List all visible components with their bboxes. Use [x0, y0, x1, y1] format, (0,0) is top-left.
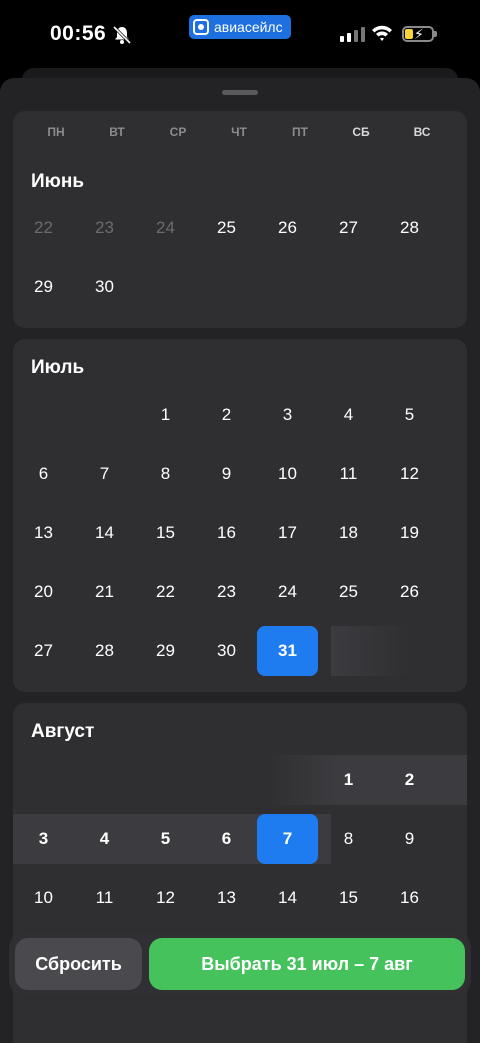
calendar-day[interactable]: 31 [257, 626, 318, 676]
calendar-day[interactable]: 3 [257, 390, 318, 440]
month-title-june: Июнь [31, 171, 85, 192]
calendar-day[interactable]: 15 [318, 873, 379, 923]
calendar-day[interactable]: 19 [379, 508, 440, 558]
status-bar: 00:56 авиасейлс ⚡ [0, 0, 480, 70]
calendar-day[interactable]: 27 [318, 203, 379, 253]
weekday-header: ПН ВТ СР ЧТ ПТ СБ ВС [13, 111, 467, 151]
calendar-day[interactable]: 15 [135, 508, 196, 558]
select-dates-button[interactable]: Выбрать 31 июл – 7 авг [149, 938, 465, 990]
weekday-wed: СР [169, 125, 187, 139]
calendar-day[interactable]: 28 [74, 626, 135, 676]
weekday-tue: ВТ [109, 125, 125, 139]
calendar-day[interactable]: 13 [196, 873, 257, 923]
calendar-day[interactable]: 1 [318, 755, 379, 805]
calendar-day[interactable]: 17 [257, 508, 318, 558]
calendar-day[interactable]: 6 [13, 449, 74, 499]
calendar-day[interactable]: 30 [196, 626, 257, 676]
app-badge-label: авиасейлс [214, 19, 283, 35]
calendar-day[interactable]: 7 [74, 449, 135, 499]
calendar-day[interactable]: 29 [135, 626, 196, 676]
calendar-day[interactable]: 24 [257, 567, 318, 617]
calendar-day[interactable]: 28 [379, 203, 440, 253]
battery-charging-icon: ⚡ [402, 26, 437, 42]
calendar-day[interactable]: 29 [13, 262, 74, 312]
calendar-day[interactable]: 16 [196, 508, 257, 558]
month-title-july: Июль [31, 357, 85, 378]
calendar-day[interactable]: 25 [318, 567, 379, 617]
app-badge[interactable]: авиасейлс [189, 15, 291, 39]
calendar-day[interactable]: 18 [318, 508, 379, 558]
calendar-day[interactable]: 9 [379, 814, 440, 864]
calendar-day[interactable]: 26 [257, 203, 318, 253]
calendar-day[interactable]: 12 [379, 449, 440, 499]
calendar-day[interactable]: 16 [379, 873, 440, 923]
calendar-day[interactable]: 9 [196, 449, 257, 499]
weekday-mon: ПН [47, 125, 65, 139]
calendar-day[interactable]: 14 [74, 508, 135, 558]
calendar-day[interactable]: 5 [135, 814, 196, 864]
calendar-day[interactable]: 12 [135, 873, 196, 923]
calendar-day[interactable]: 2 [196, 390, 257, 440]
calendar-day[interactable]: 8 [318, 814, 379, 864]
date-range-highlight [331, 626, 409, 676]
calendar-day[interactable]: 3 [13, 814, 74, 864]
month-card-june: ПН ВТ СР ЧТ ПТ СБ ВС Июнь 22 23 24 25 26 27 28… [13, 111, 467, 328]
calendar-day[interactable]: 10 [257, 449, 318, 499]
calendar-day[interactable]: 5 [379, 390, 440, 440]
date-picker-sheet: ПН ВТ СР ЧТ ПТ СБ ВС Июнь 22 23 24 25 26 27 28… [0, 78, 480, 1043]
weekday-thu: ЧТ [231, 125, 247, 139]
calendar-day[interactable]: 2 [379, 755, 440, 805]
calendar-day[interactable]: 1 [135, 390, 196, 440]
calendar-day[interactable]: 10 [13, 873, 74, 923]
calendar-day[interactable]: 6 [196, 814, 257, 864]
calendar-day[interactable]: 27 [13, 626, 74, 676]
calendar-day[interactable]: 20 [13, 567, 74, 617]
calendar-day[interactable]: 22 [135, 567, 196, 617]
sheet-drag-handle[interactable] [222, 90, 258, 95]
calendar-day[interactable]: 4 [318, 390, 379, 440]
calendar-day[interactable]: 26 [379, 567, 440, 617]
calendar-day[interactable]: 11 [74, 873, 135, 923]
calendar-day: 23 [95, 218, 114, 237]
calendar-day[interactable]: 23 [196, 567, 257, 617]
weekday-fri: ПТ [292, 125, 308, 139]
calendar-day[interactable]: 30 [74, 262, 135, 312]
weekday-sun: ВС [413, 125, 431, 139]
calendar-day[interactable]: 7 [257, 814, 318, 864]
month-title-august: Август [31, 721, 95, 742]
calendar-day[interactable]: 13 [13, 508, 74, 558]
reset-button[interactable]: Сбросить [15, 938, 142, 990]
bottom-action-bar: Сбросить Выбрать 31 июл – 7 авг [9, 932, 471, 996]
status-time: 00:56 [50, 22, 107, 45]
cellular-signal-icon [340, 27, 365, 42]
wifi-icon [372, 25, 392, 41]
calendar-day[interactable]: 21 [74, 567, 135, 617]
month-card-july: Июль 1 2 3 4 5 6 7 8 9 10 11 12 13 14 15 16 17 18 19 20 21 22… [13, 339, 467, 692]
calendar-day: 24 [156, 218, 175, 237]
bell-muted-icon [112, 25, 132, 45]
weekday-sat: СБ [352, 125, 370, 139]
calendar-day[interactable]: 14 [257, 873, 318, 923]
calendar-day[interactable]: 4 [74, 814, 135, 864]
calendar-day[interactable]: 11 [318, 449, 379, 499]
calendar-day[interactable]: 8 [135, 449, 196, 499]
calendar-day: 22 [34, 218, 53, 237]
app-logo-icon [193, 19, 209, 35]
calendar-day[interactable]: 25 [196, 203, 257, 253]
